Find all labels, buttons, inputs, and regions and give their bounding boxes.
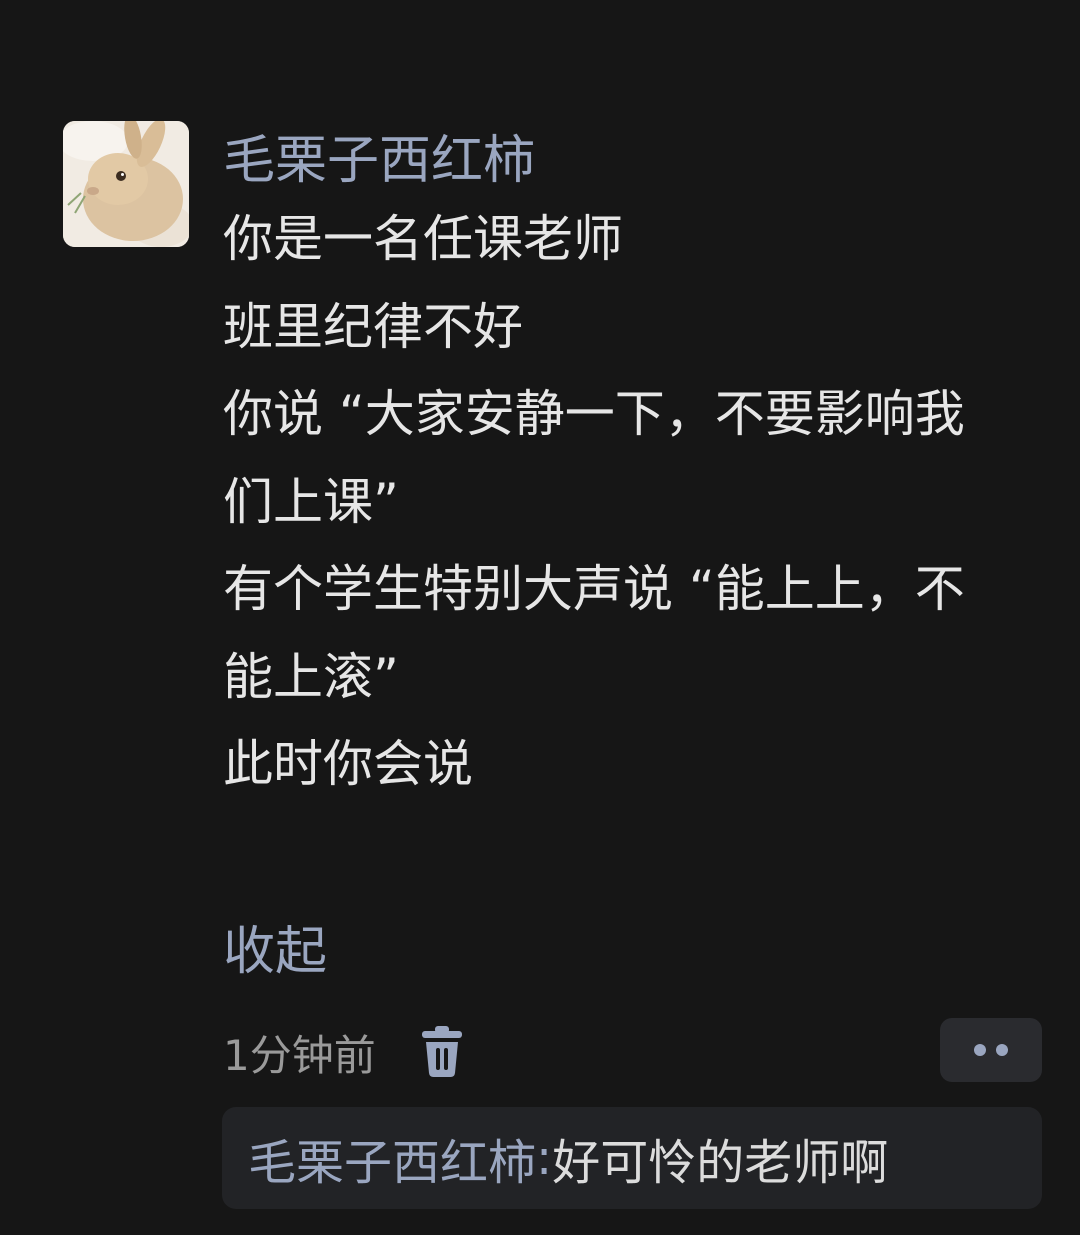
- reply-author[interactable]: 毛栗子西红柿: [248, 1123, 536, 1193]
- collapse-link[interactable]: 收起: [223, 916, 327, 988]
- reply-separator: :: [536, 1130, 553, 1186]
- timestamp: 1分钟前: [223, 1030, 376, 1080]
- message-line: 能上滚”: [223, 647, 399, 706]
- more-button[interactable]: [940, 1018, 1042, 1082]
- comment-body: 毛栗子西红柿 你是一名任课老师 班里纪律不好 你说 “大家安静一下，不要影响我 …: [223, 126, 1043, 809]
- message-line: 你是一名任课老师: [223, 210, 623, 268]
- message-line: 你说 “大家安静一下，不要影响我: [223, 385, 965, 443]
- message-line: 有个学生特别大声说 “能上上，不: [223, 560, 965, 618]
- message-line: 此时你会说: [223, 735, 473, 793]
- reply-text: 好可怜的老师啊: [552, 1135, 889, 1191]
- trash-icon[interactable]: [420, 1026, 464, 1078]
- message-line: 们上课”: [223, 472, 399, 531]
- more-dots-icon: [974, 1044, 1008, 1056]
- reply-preview[interactable]: 毛栗子西红柿: 好可怜的老师啊: [222, 1107, 1042, 1209]
- bunny-avatar-image: [63, 121, 189, 247]
- comment-meta: 1分钟前: [223, 1020, 464, 1084]
- avatar[interactable]: [63, 121, 189, 247]
- message-line: 班里纪律不好: [223, 297, 523, 356]
- comment-author[interactable]: 毛栗子西红柿: [223, 126, 1043, 196]
